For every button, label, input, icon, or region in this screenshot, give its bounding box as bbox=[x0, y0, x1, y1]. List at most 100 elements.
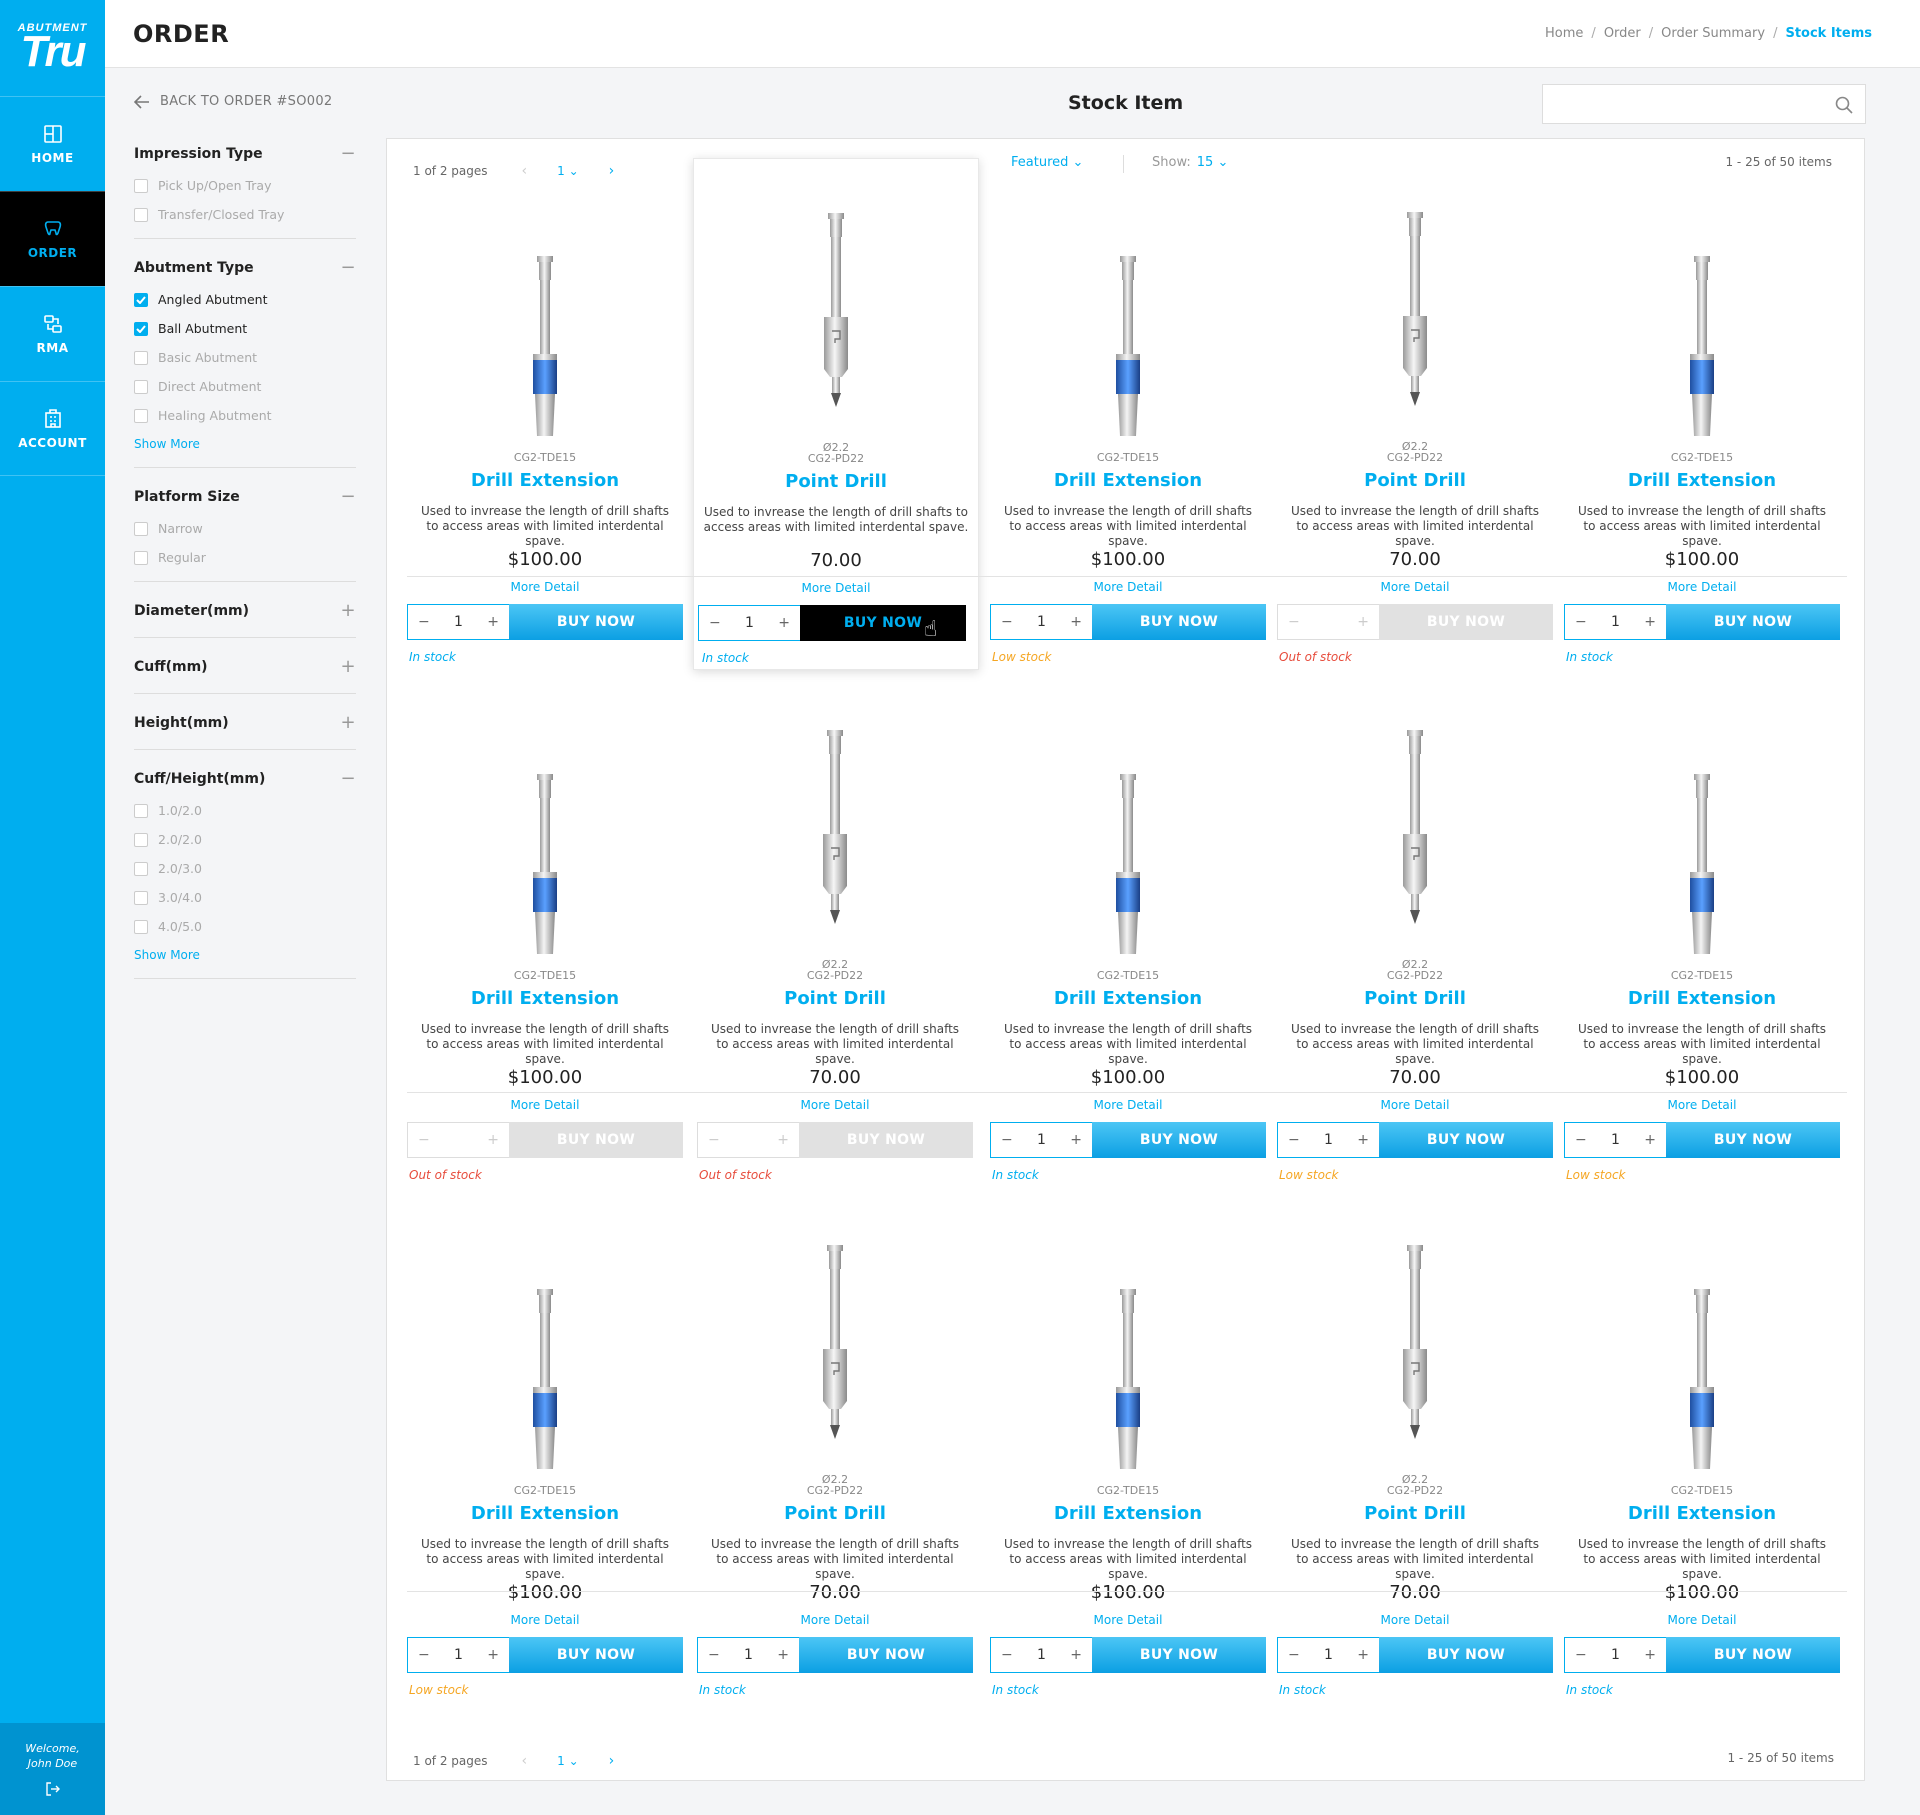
plus-icon[interactable]: + bbox=[1357, 1647, 1369, 1663]
quantity-stepper[interactable]: − 1 + bbox=[1277, 1637, 1380, 1673]
quantity-stepper[interactable]: − 1 + bbox=[1564, 1637, 1667, 1673]
brand-logo[interactable]: ABUTMENT Tru bbox=[0, 0, 105, 96]
more-detail-link[interactable]: More Detail bbox=[1564, 1098, 1840, 1112]
minus-icon[interactable]: − bbox=[1001, 1132, 1013, 1148]
back-to-order-link[interactable]: BACK TO ORDER #SO002 bbox=[134, 94, 356, 109]
chevron-right-icon[interactable]: › bbox=[609, 1753, 615, 1769]
checkbox[interactable] bbox=[134, 521, 148, 536]
product-image[interactable] bbox=[505, 754, 585, 954]
buy-now-button[interactable]: BUY NOW bbox=[509, 604, 683, 640]
quantity-value[interactable]: 1 bbox=[454, 1647, 463, 1663]
filter-option[interactable]: 4.0/5.0 bbox=[134, 919, 356, 934]
quantity-value[interactable]: 1 bbox=[744, 1647, 753, 1663]
filter-option[interactable]: Narrow bbox=[134, 521, 356, 536]
product-name[interactable]: Drill Extension bbox=[1564, 470, 1840, 491]
product-image[interactable] bbox=[1088, 1269, 1168, 1469]
product-card[interactable]: Ø2.2 CG2-PD22 Point Drill Used to invrease … bbox=[1277, 1217, 1553, 1737]
checkbox-checked[interactable] bbox=[134, 321, 148, 336]
product-card[interactable]: Ø2.2 CG2-PD22 Point Drill Used to invrease … bbox=[697, 1217, 973, 1737]
buy-now-button[interactable]: BUY NOW bbox=[1379, 1122, 1553, 1158]
collapse-icon[interactable]: − bbox=[340, 486, 356, 507]
expand-icon[interactable]: + bbox=[340, 712, 356, 733]
search-icon[interactable] bbox=[1835, 96, 1853, 114]
filter-header[interactable]: Cuff(mm) + bbox=[134, 656, 356, 677]
product-image[interactable] bbox=[505, 236, 585, 436]
product-image[interactable] bbox=[1375, 212, 1455, 412]
product-card[interactable]: CG2-TDE15 Drill Extension Used to invrease… bbox=[1564, 702, 1840, 1222]
buy-now-button[interactable]: BUY NOW bbox=[1666, 1637, 1840, 1673]
minus-icon[interactable]: − bbox=[418, 1647, 430, 1663]
quantity-value[interactable]: 1 bbox=[1324, 1132, 1333, 1148]
minus-icon[interactable]: − bbox=[1575, 1647, 1587, 1663]
more-detail-link[interactable]: More Detail bbox=[1277, 580, 1553, 594]
more-detail-link[interactable]: More Detail bbox=[1277, 1613, 1553, 1627]
checkbox[interactable] bbox=[134, 803, 148, 818]
minus-icon[interactable]: − bbox=[1288, 1132, 1300, 1148]
product-name[interactable]: Drill Extension bbox=[407, 988, 683, 1009]
filter-option[interactable]: Healing Abutment bbox=[134, 408, 356, 423]
nav-item-account[interactable]: ACCOUNT bbox=[0, 381, 105, 476]
product-image[interactable] bbox=[795, 1245, 875, 1445]
checkbox[interactable] bbox=[134, 379, 148, 394]
filter-option[interactable]: 2.0/3.0 bbox=[134, 861, 356, 876]
quantity-stepper[interactable]: − 1 + bbox=[697, 1637, 800, 1673]
product-image[interactable] bbox=[1375, 730, 1455, 930]
filter-option[interactable]: 3.0/4.0 bbox=[134, 890, 356, 905]
plus-icon[interactable]: + bbox=[777, 1647, 789, 1663]
product-card[interactable]: Ø2.2 CG2-PD22 Point Drill Used to invrease … bbox=[697, 702, 973, 1222]
quantity-value[interactable]: 1 bbox=[1611, 614, 1620, 630]
breadcrumb-order-summary[interactable]: Order Summary bbox=[1661, 26, 1765, 41]
filter-option[interactable]: Transfer/Closed Tray bbox=[134, 207, 356, 222]
minus-icon[interactable]: − bbox=[1001, 614, 1013, 630]
search-input[interactable] bbox=[1543, 85, 1823, 123]
product-card[interactable]: CG2-TDE15 Drill Extension Used to invrease… bbox=[990, 1217, 1266, 1737]
checkbox-checked[interactable] bbox=[134, 292, 148, 307]
filter-header[interactable]: Impression Type − bbox=[134, 143, 356, 164]
checkbox[interactable] bbox=[134, 890, 148, 905]
quantity-stepper[interactable]: − 1 + bbox=[1564, 1122, 1667, 1158]
plus-icon[interactable]: + bbox=[487, 1647, 499, 1663]
product-card[interactable]: CG2-TDE15 Drill Extension Used to invrease… bbox=[990, 184, 1266, 704]
nav-item-order[interactable]: ORDER bbox=[0, 191, 105, 286]
quantity-value[interactable]: 1 bbox=[1037, 1647, 1046, 1663]
filter-option[interactable]: 2.0/2.0 bbox=[134, 832, 356, 847]
product-name[interactable]: Drill Extension bbox=[1564, 1503, 1840, 1524]
quantity-value[interactable]: 1 bbox=[1037, 614, 1046, 630]
more-detail-link[interactable]: More Detail bbox=[697, 1098, 973, 1112]
filter-option[interactable]: Angled Abutment bbox=[134, 292, 356, 307]
checkbox[interactable] bbox=[134, 861, 148, 876]
checkbox[interactable] bbox=[134, 207, 148, 222]
expand-icon[interactable]: + bbox=[340, 600, 356, 621]
quantity-value[interactable]: 1 bbox=[1611, 1647, 1620, 1663]
filter-option[interactable]: 1.0/2.0 bbox=[134, 803, 356, 818]
collapse-icon[interactable]: − bbox=[340, 143, 356, 164]
more-detail-link[interactable]: More Detail bbox=[990, 1613, 1266, 1627]
product-card[interactable]: CG2-TDE15 Drill Extension Used to invrease… bbox=[1564, 1217, 1840, 1737]
more-detail-link[interactable]: More Detail bbox=[697, 1613, 973, 1627]
checkbox[interactable] bbox=[134, 408, 148, 423]
product-name[interactable]: Drill Extension bbox=[990, 470, 1266, 491]
buy-now-button[interactable]: BUY NOW bbox=[509, 1637, 683, 1673]
quantity-stepper[interactable]: − 1 + bbox=[407, 604, 510, 640]
breadcrumb-order[interactable]: Order bbox=[1604, 26, 1641, 41]
buy-now-button[interactable]: BUY NOW bbox=[800, 605, 966, 641]
more-detail-link[interactable]: More Detail bbox=[990, 1098, 1266, 1112]
product-name[interactable]: Point Drill bbox=[697, 1503, 973, 1524]
collapse-icon[interactable]: − bbox=[340, 768, 356, 789]
plus-icon[interactable]: + bbox=[1070, 614, 1082, 630]
plus-icon[interactable]: + bbox=[1644, 614, 1656, 630]
quantity-stepper[interactable]: − 1 + bbox=[1564, 604, 1667, 640]
plus-icon[interactable]: + bbox=[778, 615, 790, 631]
plus-icon[interactable]: + bbox=[1070, 1647, 1082, 1663]
product-card[interactable]: CG2-TDE15 Drill Extension Used to invrease… bbox=[1564, 184, 1840, 704]
filter-header[interactable]: Abutment Type − bbox=[134, 257, 356, 278]
product-image[interactable] bbox=[795, 730, 875, 930]
quantity-value[interactable]: 1 bbox=[745, 615, 754, 631]
chevron-left-icon[interactable]: ‹ bbox=[522, 1753, 528, 1769]
product-image[interactable] bbox=[1375, 1245, 1455, 1445]
show-more-link[interactable]: Show More bbox=[134, 437, 356, 451]
more-detail-link[interactable]: More Detail bbox=[1277, 1098, 1553, 1112]
collapse-icon[interactable]: − bbox=[340, 257, 356, 278]
page-size-select[interactable]: Show: 15 ⌄ bbox=[1152, 155, 1228, 170]
breadcrumb-home[interactable]: Home bbox=[1545, 26, 1583, 41]
